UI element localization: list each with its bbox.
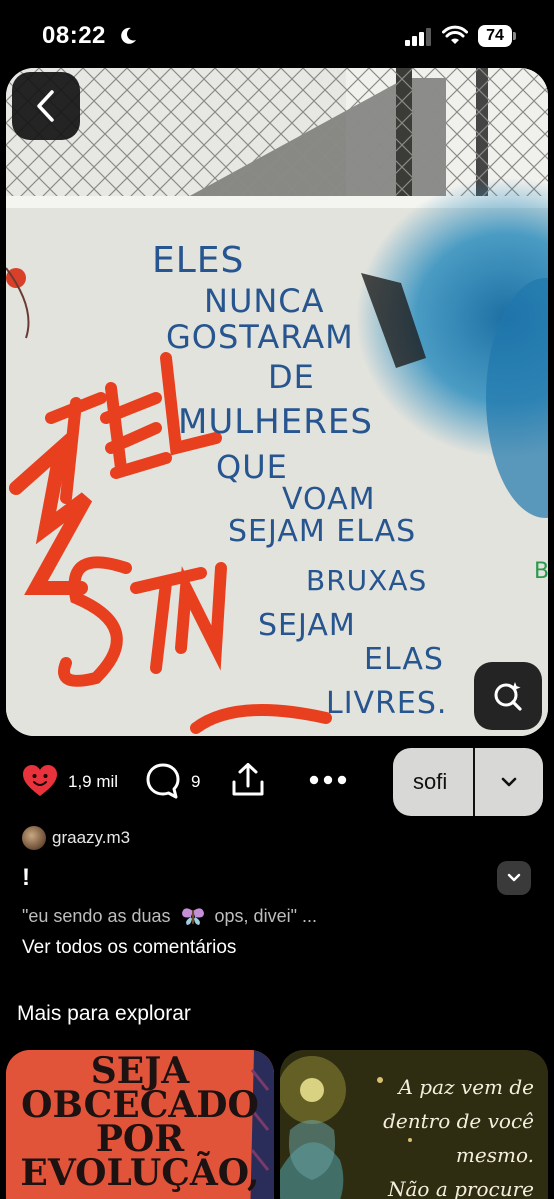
status-bar: 08:22 74: [0, 0, 554, 66]
likes-count: 1,9 mil: [68, 772, 119, 791]
status-time: 08:22: [42, 22, 106, 49]
chevron-down-icon: [501, 777, 517, 787]
wall-text-line: BRUXAS: [306, 564, 428, 597]
view-all-comments-link[interactable]: Ver todos os comentários: [22, 937, 236, 959]
explore-card[interactable]: A paz vem de dentro de você mesmo. Não a…: [280, 1050, 548, 1199]
back-button[interactable]: [12, 72, 80, 140]
creator-link[interactable]: graazy.m3: [22, 826, 130, 850]
expand-description-button[interactable]: [497, 861, 531, 895]
svg-text:B: B: [534, 559, 548, 584]
board-select-button[interactable]: sofi: [393, 748, 473, 816]
chevron-left-icon: [37, 90, 54, 122]
wall-text-line: NUNCA: [204, 282, 325, 320]
battery-icon: 74: [478, 25, 516, 47]
board-save-group: sofi: [393, 748, 543, 816]
moon-icon: [121, 27, 136, 44]
more-icon[interactable]: [309, 774, 347, 786]
wall-text-line: LIVRES.: [326, 686, 448, 721]
share-icon[interactable]: [230, 762, 266, 798]
comment-text-start: "eu sendo as duas: [22, 906, 171, 926]
moth-icon: [181, 908, 204, 926]
wall-text-line: QUE: [216, 448, 288, 486]
wifi-icon: [442, 25, 468, 44]
card-text: A paz vem de dentro de você mesmo. Não a…: [383, 1075, 534, 1199]
creator-name: graazy.m3: [52, 828, 131, 847]
comment-icon[interactable]: [145, 762, 181, 800]
wall-text-line: SEJAM: [258, 608, 356, 643]
comment-preview[interactable]: "eu sendo as duas ops, divei" ...: [22, 906, 317, 927]
battery-level: 74: [478, 25, 512, 47]
explore-card[interactable]: SEJA OBCECADO POR EVOLUÇÃO,: [6, 1050, 274, 1199]
wall-text-line: DE: [268, 358, 315, 396]
wall-text-line: GOSTARAM: [166, 318, 354, 356]
chevron-down-icon: [507, 873, 521, 882]
visual-search-button[interactable]: [474, 662, 542, 730]
wall-text-line: ELAS: [364, 642, 444, 677]
pin-image[interactable]: B ELES NUNCA GOSTARAM DE MULHERES QUE VO…: [6, 68, 548, 736]
wall-text-line: MULHERES: [178, 402, 373, 442]
comment-text-end: ops, divei" ...: [214, 906, 317, 926]
action-bar: 1,9 mil 9 sofi: [0, 744, 554, 818]
wall-text-line: VOAM: [282, 482, 376, 517]
comment-count: 9: [191, 772, 201, 791]
explore-heading: Mais para explorar: [17, 1002, 191, 1025]
heart-icon[interactable]: [22, 764, 58, 798]
board-dropdown-button[interactable]: [475, 748, 543, 816]
avatar: [22, 826, 46, 850]
pin-title: !: [22, 864, 30, 891]
battery-tip: [513, 32, 516, 40]
card-text: SEJA OBCECADO POR EVOLUÇÃO,: [20, 1050, 260, 1194]
visual-search-icon: [494, 682, 522, 711]
wall-text-line: SEJAM ELAS: [228, 514, 417, 549]
signal-icon: [405, 28, 431, 46]
wall-text-line: ELES: [152, 240, 245, 281]
